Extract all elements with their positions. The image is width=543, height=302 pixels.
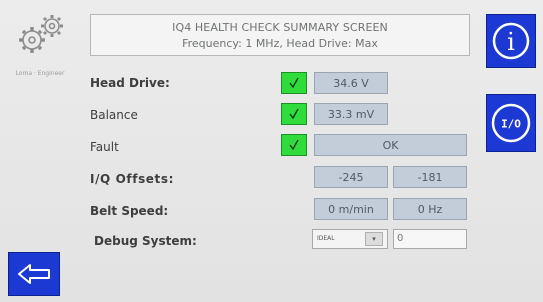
head-drive-label: Head Drive: bbox=[90, 76, 170, 90]
logo-caption: Loma · Engineer bbox=[15, 70, 65, 77]
info-button[interactable]: i bbox=[486, 14, 536, 68]
belt-speed-label: Belt Speed: bbox=[90, 204, 169, 218]
belt-frequency-value: 0 Hz bbox=[393, 198, 467, 220]
gears-icon bbox=[19, 15, 63, 53]
iq-offsets-label: I/Q Offsets: bbox=[90, 172, 175, 186]
page-title: IQ4 HEALTH CHECK SUMMARY SCREEN bbox=[172, 21, 388, 34]
q-offset-value: -181 bbox=[393, 166, 467, 188]
checkmark-icon bbox=[289, 108, 299, 120]
debug-mode-dropdown[interactable]: IDEAL ▾ bbox=[312, 229, 388, 249]
fault-checkbox[interactable] bbox=[281, 134, 307, 156]
debug-value-input[interactable]: 0 bbox=[393, 229, 467, 249]
balance-checkbox[interactable] bbox=[281, 103, 307, 125]
io-button[interactable]: I/O bbox=[486, 94, 536, 152]
head-drive-value: 34.6 V bbox=[314, 72, 388, 94]
fault-label: Fault bbox=[90, 140, 119, 154]
arrow-left-icon bbox=[18, 264, 50, 284]
debug-system-label: Debug System: bbox=[94, 234, 197, 248]
svg-text:I/O: I/O bbox=[501, 118, 521, 131]
title-box: IQ4 HEALTH CHECK SUMMARY SCREEN Frequenc… bbox=[90, 14, 470, 56]
balance-label: Balance bbox=[90, 108, 138, 122]
head-drive-checkbox[interactable] bbox=[281, 72, 307, 94]
debug-mode-selected: IDEAL bbox=[317, 235, 335, 242]
belt-speed-value: 0 m/min bbox=[314, 198, 388, 220]
i-offset-value: -245 bbox=[314, 166, 388, 188]
info-icon: i bbox=[492, 22, 530, 60]
chevron-down-icon[interactable]: ▾ bbox=[365, 232, 383, 246]
checkmark-icon bbox=[289, 139, 299, 151]
back-button[interactable] bbox=[8, 252, 60, 296]
balance-value: 33.3 mV bbox=[314, 103, 388, 125]
page-subtitle: Frequency: 1 MHz, Head Drive: Max bbox=[182, 37, 378, 50]
svg-text:i: i bbox=[507, 28, 515, 56]
checkmark-icon bbox=[289, 77, 299, 89]
io-icon: I/O bbox=[491, 103, 531, 143]
health-check-screen: Loma · Engineer IQ4 HEALTH CHECK SUMMARY… bbox=[0, 0, 543, 302]
fault-status: OK bbox=[314, 134, 467, 156]
